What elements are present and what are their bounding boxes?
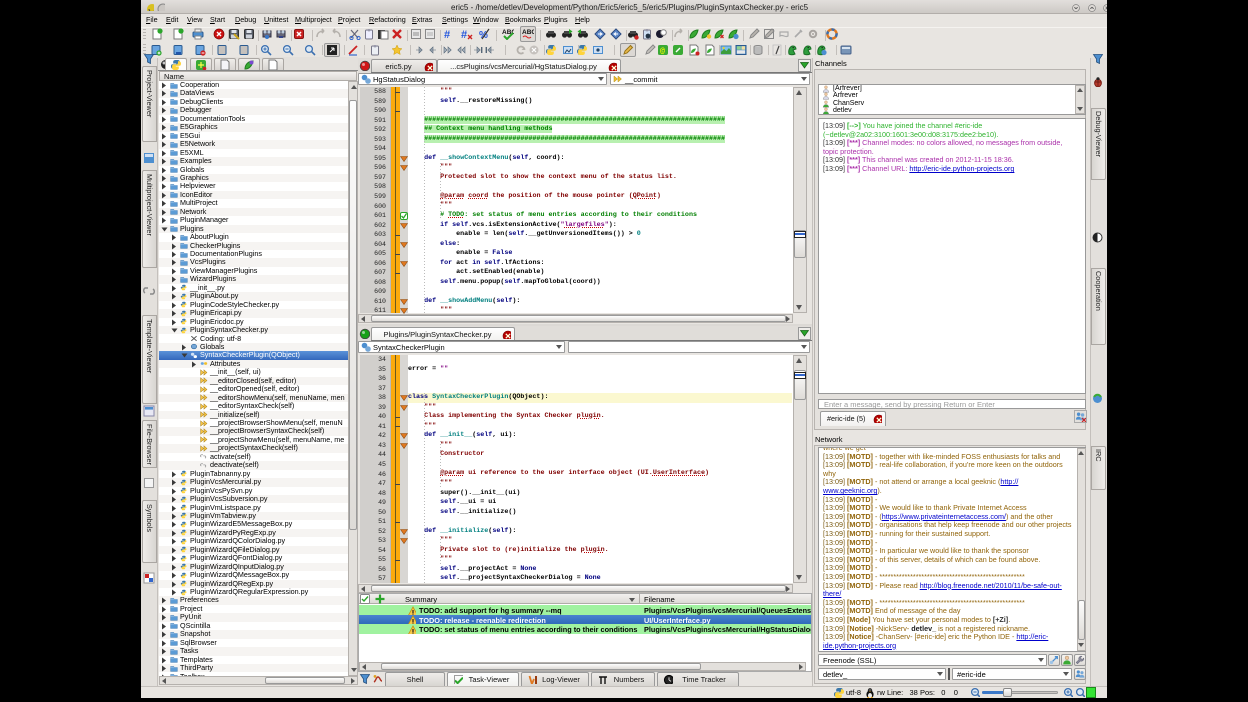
svg-text:#: # [444, 29, 450, 40]
svg-text:ABC: ABC [522, 29, 534, 36]
svg-text:@: @ [660, 46, 665, 55]
svg-text:#: # [461, 29, 467, 40]
